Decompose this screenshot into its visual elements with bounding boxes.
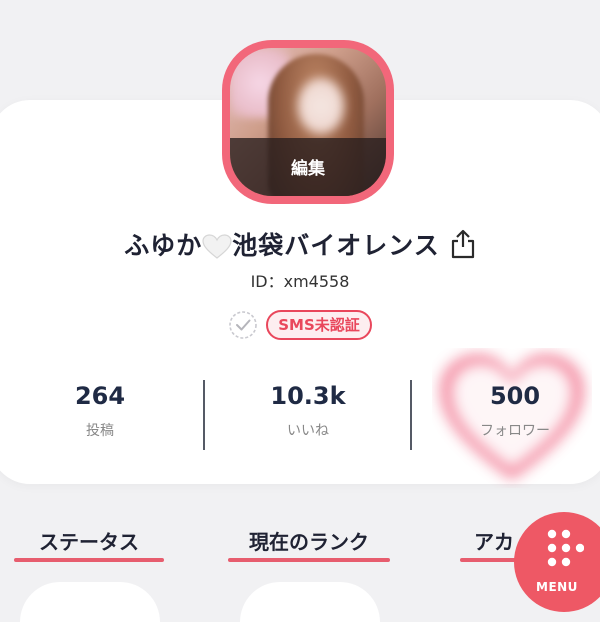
white-heart-icon: [202, 234, 232, 259]
rank-card-peek: [240, 582, 380, 622]
stat-value: 10.3k: [270, 382, 346, 410]
stat-label: 投稿: [86, 423, 114, 439]
tab-status[interactable]: ステータス: [14, 524, 164, 562]
menu-button[interactable]: MENU: [514, 512, 600, 612]
stat-divider: [410, 380, 412, 450]
tab-underline: [14, 558, 164, 562]
stats-row: 264 投稿 10.3k いいね 500 フォロワー: [0, 380, 600, 452]
tab-label: アカ: [474, 530, 514, 554]
tab-label: 現在のランク: [249, 530, 369, 554]
tab-underline: [228, 558, 390, 562]
stat-followers[interactable]: 500 フォロワー: [425, 380, 600, 440]
avatar[interactable]: 編集: [222, 40, 394, 204]
avatar-edit-button[interactable]: 編集: [230, 138, 386, 196]
check-circle-icon: [229, 311, 258, 339]
stat-posts[interactable]: 264 投稿: [10, 380, 190, 440]
tab-label: ステータス: [39, 530, 139, 554]
stat-label: いいね: [287, 423, 329, 439]
tab-current-rank[interactable]: 現在のランク: [228, 524, 390, 562]
menu-label: MENU: [536, 580, 578, 594]
profile-name-row: ふゆか 池袋バイオレンス: [0, 224, 600, 264]
sms-status-badge[interactable]: SMS未認証: [266, 310, 372, 340]
stat-divider: [203, 380, 205, 450]
avatar-photo: 編集: [230, 48, 386, 196]
profile-name-part1: ふゆか: [124, 231, 203, 260]
stat-value: 500: [489, 382, 541, 410]
grid-dots-icon: [547, 529, 584, 567]
profile-name-part2: 池袋バイオレンス: [232, 231, 440, 260]
status-card-peek: [20, 582, 160, 622]
section-tabs: ステータス 現在のランク アカ: [0, 524, 600, 564]
share-icon[interactable]: [450, 229, 476, 259]
stat-value: 264: [74, 382, 126, 410]
stat-likes[interactable]: 10.3k いいね: [218, 380, 398, 440]
stat-label: フォロワー: [480, 423, 550, 439]
user-id: ID：xm4558: [250, 272, 350, 291]
verification-row: SMS未認証: [0, 308, 600, 342]
profile-name: ふゆか 池袋バイオレンス: [124, 226, 440, 262]
